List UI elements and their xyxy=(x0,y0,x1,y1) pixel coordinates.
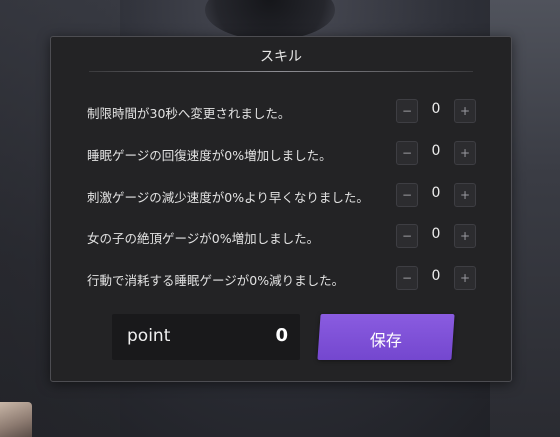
decrease-button[interactable]: − xyxy=(396,141,418,165)
decrease-button[interactable]: − xyxy=(396,224,418,248)
dialog-title: スキル xyxy=(260,49,302,65)
skill-label: 睡眠ゲージの回復速度が0%増加しました。 xyxy=(87,148,332,163)
save-button-label: 保存 xyxy=(369,331,402,350)
background-figure xyxy=(205,0,335,40)
increase-button[interactable]: + xyxy=(454,266,476,290)
skill-value: 0 xyxy=(431,101,441,117)
skill-value: 0 xyxy=(431,268,441,284)
skill-value: 0 xyxy=(431,143,441,159)
skill-row-climax-gauge: 女の子の絶頂ゲージが0%増加しました。 − 0 + xyxy=(51,224,511,250)
skill-row-stimulus-decay: 刺激ゲージの減少速度が0%より早くなりました。 − 0 + xyxy=(51,183,511,209)
points-display: point 0 xyxy=(112,314,300,360)
skill-row-time-limit: 制限時間が30秒へ変更されました。 − 0 + xyxy=(51,99,511,125)
skill-value: 0 xyxy=(431,226,441,242)
skill-value: 0 xyxy=(431,185,441,201)
points-value: 0 xyxy=(275,325,288,346)
skill-label: 女の子の絶頂ゲージが0%増加しました。 xyxy=(87,231,320,246)
increase-button[interactable]: + xyxy=(454,224,476,248)
decrease-button[interactable]: − xyxy=(396,99,418,123)
skill-row-sleep-recovery: 睡眠ゲージの回復速度が0%増加しました。 − 0 + xyxy=(51,141,511,167)
increase-button[interactable]: + xyxy=(454,183,476,207)
skill-dialog: スキル 制限時間が30秒へ変更されました。 − 0 + 睡眠ゲージの回復速度が0… xyxy=(50,36,512,382)
decrease-button[interactable]: − xyxy=(396,183,418,207)
points-label: point xyxy=(127,326,171,346)
save-button[interactable]: 保存 xyxy=(317,314,455,360)
increase-button[interactable]: + xyxy=(454,141,476,165)
skill-label: 行動で消耗する睡眠ゲージが0%減りました。 xyxy=(87,273,345,288)
skill-row-sleep-consumption: 行動で消耗する睡眠ゲージが0%減りました。 − 0 + xyxy=(51,266,511,292)
corner-thumbnail xyxy=(0,402,32,437)
title-divider xyxy=(89,71,473,72)
increase-button[interactable]: + xyxy=(454,99,476,123)
skill-label: 刺激ゲージの減少速度が0%より早くなりました。 xyxy=(87,190,369,205)
decrease-button[interactable]: − xyxy=(396,266,418,290)
skill-label: 制限時間が30秒へ変更されました。 xyxy=(87,106,291,121)
